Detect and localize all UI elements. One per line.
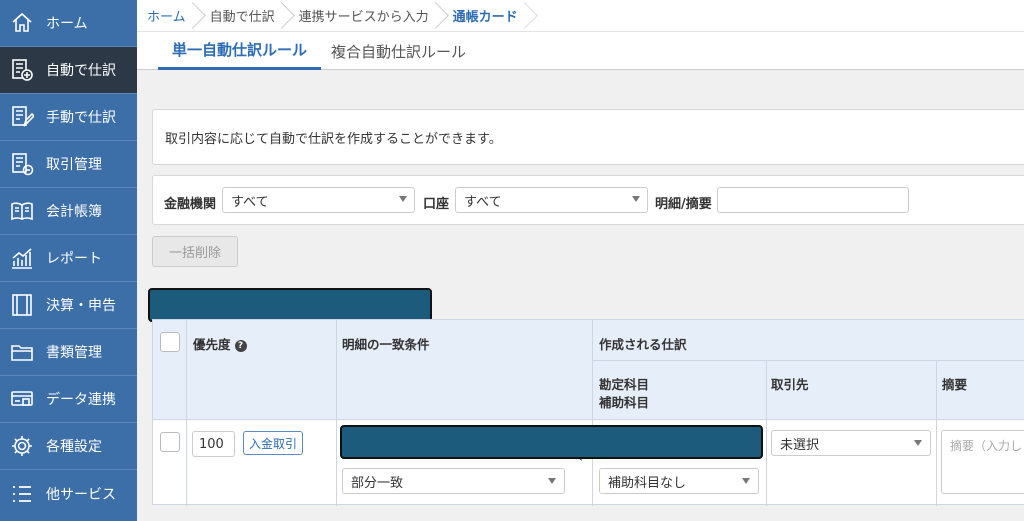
account-item-header: 勘定科目: [599, 377, 650, 392]
rules-table: 優先度? 明細の一致条件 作成される仕訳 勘定科目 補助科目 取引先 摘要 10…: [152, 319, 1024, 506]
filter-bar: 金融機関 すべて 口座 すべて 明細/摘要: [152, 175, 1024, 225]
detail-search-input[interactable]: [717, 187, 909, 213]
detail-label: 明細/摘要: [655, 197, 712, 212]
column-divider: [336, 320, 337, 506]
sidebar: ホーム 自動で仕訳 手動で仕訳 取引管理 会計帳簿 レポート 決算・申告 書類管…: [0, 0, 137, 521]
manual-journal-icon: [10, 105, 34, 129]
column-divider: [936, 361, 937, 506]
breadcrumb: ホーム 自動で仕訳 連携サービスから入力 通帳カード: [137, 0, 1024, 32]
created-entry-header: 作成される仕訳: [599, 337, 687, 352]
breadcrumb-home[interactable]: ホーム: [137, 0, 200, 32]
sidebar-item-report[interactable]: レポート: [0, 235, 137, 282]
transaction-icon: [10, 152, 34, 176]
chevron-down-icon: [742, 478, 750, 484]
select-all-checkbox[interactable]: [160, 332, 180, 352]
list-icon: [10, 482, 34, 506]
ledger-book-icon: [10, 199, 34, 223]
partner-select[interactable]: 未選択: [771, 430, 931, 456]
match-condition-header: 明細の一致条件: [342, 337, 430, 352]
sidebar-item-manual-journal[interactable]: 手動で仕訳: [0, 94, 137, 141]
sub-account-select[interactable]: 補助科目なし: [599, 468, 759, 494]
sidebar-item-home[interactable]: ホーム: [0, 0, 137, 47]
tab-composite-rule[interactable]: 複合自動仕訳ルール: [331, 32, 466, 70]
info-message: 取引内容に応じて自動で仕訳を作成することができます。: [152, 109, 1024, 165]
breadcrumb-auto-journal[interactable]: 自動で仕訳: [200, 0, 289, 32]
main-content: ホーム 自動で仕訳 連携サービスから入力 通帳カード 単一自動仕訳ルール 複合自…: [137, 0, 1024, 521]
bulk-delete-button[interactable]: 一括削除: [152, 236, 238, 267]
sidebar-item-label: 自動で仕訳: [46, 63, 116, 79]
row-checkbox[interactable]: [160, 432, 180, 452]
sidebar-item-label: 手動で仕訳: [46, 110, 116, 126]
gear-icon: [10, 434, 34, 458]
redacted-region: [148, 288, 432, 322]
account-select[interactable]: すべて: [455, 187, 648, 213]
redacted-region: [340, 425, 763, 459]
institution-select[interactable]: すべて: [222, 187, 415, 213]
sub-account-header: 補助科目: [599, 395, 650, 410]
partner-header: 取引先: [771, 377, 809, 392]
column-divider: [186, 320, 187, 506]
memo-textarea[interactable]: 摘要（入力し: [941, 430, 1024, 494]
sidebar-item-label: 書類管理: [46, 345, 102, 361]
account-label: 口座: [423, 197, 450, 212]
column-divider: [766, 361, 767, 506]
auto-journal-icon: [10, 58, 34, 82]
chevron-down-icon: [914, 440, 922, 446]
breadcrumb-current: 通帳カード: [443, 0, 532, 32]
home-icon: [10, 11, 34, 35]
help-icon[interactable]: ?: [234, 340, 247, 352]
settlement-icon: [10, 293, 34, 317]
sidebar-item-label: 決算・申告: [46, 298, 116, 314]
sidebar-item-transactions[interactable]: 取引管理: [0, 141, 137, 188]
sidebar-item-label: ホーム: [46, 16, 88, 32]
header-divider: [592, 360, 1024, 361]
column-divider: [592, 320, 593, 506]
sidebar-item-documents[interactable]: 書類管理: [0, 329, 137, 376]
chevron-down-icon: [399, 196, 407, 202]
breadcrumb-linked-services[interactable]: 連携サービスから入力: [289, 0, 443, 32]
sidebar-item-settings[interactable]: 各種設定: [0, 423, 137, 470]
sidebar-item-auto-journal[interactable]: 自動で仕訳: [0, 47, 137, 94]
tab-single-rule[interactable]: 単一自動仕訳ルール: [158, 32, 322, 70]
table-header: [153, 320, 1024, 420]
tab-bar: 単一自動仕訳ルール 複合自動仕訳ルール: [137, 32, 1024, 70]
sidebar-item-label: 会計帳簿: [46, 204, 102, 220]
sidebar-item-other-services[interactable]: 他サービス: [0, 470, 137, 517]
folder-icon: [10, 340, 34, 364]
sidebar-item-label: 各種設定: [46, 439, 102, 455]
match-mode-select[interactable]: 部分一致: [342, 468, 565, 494]
info-text: 取引内容に応じて自動で仕訳を作成することができます。: [165, 131, 502, 147]
chevron-down-icon: [548, 478, 556, 484]
sidebar-item-data-link[interactable]: データ連携: [0, 376, 137, 423]
transaction-type-tag[interactable]: 入金取引: [243, 431, 303, 455]
sidebar-item-label: レポート: [46, 251, 102, 267]
sidebar-item-label: 取引管理: [46, 157, 102, 173]
memo-header: 摘要: [942, 377, 968, 392]
priority-header: 優先度?: [193, 334, 247, 353]
sidebar-item-label: 他サービス: [46, 486, 116, 503]
sidebar-item-settlement[interactable]: 決算・申告: [0, 282, 137, 329]
chevron-down-icon: [632, 196, 640, 202]
report-chart-icon: [10, 246, 34, 270]
sidebar-item-label: データ連携: [46, 392, 116, 408]
priority-input[interactable]: 100: [192, 431, 235, 457]
institution-label: 金融機関: [164, 197, 217, 212]
sidebar-item-ledger[interactable]: 会計帳簿: [0, 188, 137, 235]
card-icon: [10, 387, 34, 411]
